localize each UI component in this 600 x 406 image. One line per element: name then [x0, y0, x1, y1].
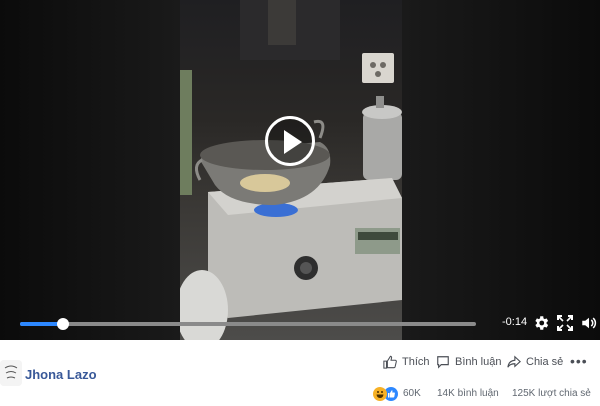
- post-footer: Jhona Lazo Thích Bình luận Chia sẻ ••• 6…: [0, 340, 600, 401]
- video-controls: -0:14: [0, 308, 600, 340]
- reaction-count[interactable]: 60K: [403, 388, 421, 399]
- comment-count[interactable]: 14K bình luận: [437, 388, 499, 399]
- comment-label: Bình luận: [455, 356, 502, 368]
- volume-icon[interactable]: [580, 314, 598, 332]
- share-label: Chia sẻ: [526, 356, 564, 368]
- reaction-icons[interactable]: [373, 387, 398, 401]
- video-still-image: [180, 0, 402, 340]
- gear-icon[interactable]: [532, 314, 550, 332]
- letterbox-left: [0, 0, 180, 340]
- video-frame: [180, 0, 402, 340]
- like-button[interactable]: Thích: [383, 355, 430, 369]
- comment-icon: [437, 356, 449, 369]
- haha-reaction-icon: [373, 387, 387, 401]
- share-icon: [507, 355, 521, 368]
- fullscreen-icon[interactable]: [557, 315, 573, 331]
- letterbox-right: [402, 0, 600, 340]
- play-button[interactable]: [265, 116, 315, 166]
- thumbs-up-icon: [383, 355, 397, 369]
- video-player[interactable]: -0:14: [0, 0, 600, 340]
- page-logo-icon: [0, 360, 22, 386]
- more-options-icon[interactable]: •••: [570, 353, 588, 369]
- progress-bar[interactable]: [20, 318, 476, 330]
- avatar[interactable]: [0, 360, 22, 386]
- page-name[interactable]: Jhona Lazo: [25, 367, 97, 382]
- time-remaining: -0:14: [502, 316, 528, 328]
- comment-button[interactable]: Bình luận: [436, 355, 501, 369]
- like-label: Thích: [402, 356, 430, 368]
- share-count[interactable]: 125K lượt chia sẻ: [512, 388, 591, 399]
- play-icon: [284, 130, 302, 154]
- progress-handle[interactable]: [57, 318, 70, 330]
- share-button[interactable]: Chia sẻ: [507, 355, 563, 369]
